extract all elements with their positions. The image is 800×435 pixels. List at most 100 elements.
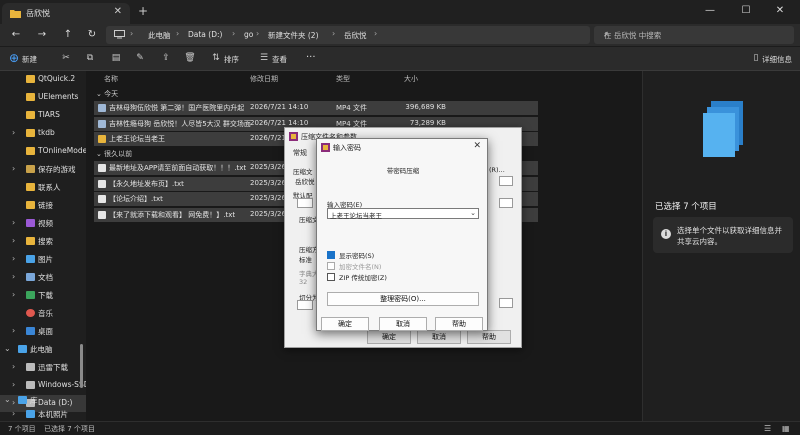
chevron-right-icon[interactable]: › (12, 326, 15, 335)
sidebar-item[interactable]: › 保存的游戏 (0, 161, 86, 178)
chevron-right-icon[interactable]: › (12, 272, 15, 281)
search-folder-icon (26, 237, 35, 245)
breadcrumb-item[interactable]: 岳欣悦 (344, 30, 367, 41)
show-password-checkbox[interactable] (327, 251, 335, 259)
sidebar-item[interactable]: TOnlineMode (0, 143, 86, 160)
chevron-down-icon[interactable]: ⌄ (4, 344, 11, 353)
column-header-size[interactable]: 大小 (404, 74, 418, 84)
back-icon[interactable]: ← (8, 27, 24, 43)
combo-box[interactable] (297, 198, 313, 208)
sidebar-item[interactable]: 联系人 (0, 179, 86, 196)
chevron-right-icon[interactable]: › (12, 164, 15, 173)
column-header-type[interactable]: 类型 (336, 74, 350, 84)
sidebar-item[interactable]: › 视频 (0, 215, 86, 232)
breadcrumb-item[interactable]: 新建文件夹 (2) (268, 30, 319, 41)
sidebar-item[interactable]: › 下载 (0, 287, 86, 304)
password-input[interactable]: 上老王论坛当老王 ⌄ (327, 208, 479, 220)
ok-button[interactable]: 确定 (321, 317, 369, 331)
chevron-right-icon[interactable]: › (12, 362, 15, 371)
zip-legacy-checkbox[interactable] (327, 273, 335, 281)
sidebar-item[interactable]: › 文档 (0, 269, 86, 286)
share-icon[interactable]: ⇪ (160, 52, 172, 64)
chevron-down-icon[interactable]: ⌄ (470, 209, 476, 217)
up-icon[interactable]: ↑ (60, 27, 76, 43)
tab-active[interactable]: 岳欣悦 ✕ (2, 3, 130, 24)
desktop-icon (26, 327, 35, 335)
new-button[interactable]: 新建 (22, 54, 37, 65)
chevron-right-icon[interactable]: › (12, 254, 15, 263)
pc-icon (18, 345, 27, 353)
label: 岳欣悦 (295, 178, 315, 186)
view-icon[interactable]: ☰ (258, 52, 270, 64)
chevron-right-icon[interactable]: › (12, 218, 15, 227)
tab-close-icon[interactable]: ✕ (114, 6, 122, 17)
organize-passwords-button[interactable]: 整理密码(O)... (327, 292, 479, 306)
breadcrumb-item[interactable]: Data (D:) (188, 30, 222, 39)
sidebar-item[interactable]: › 搜索 (0, 233, 86, 250)
sidebar-item-this-pc[interactable]: ⌄ 此电脑 (0, 341, 86, 358)
tile-view-icon[interactable]: ▦ (782, 424, 790, 433)
refresh-icon[interactable]: ↻ (84, 27, 100, 43)
combo-box[interactable] (499, 298, 513, 308)
cancel-button[interactable]: 取消 (417, 330, 461, 344)
combo-box[interactable] (297, 300, 313, 310)
txt-file-icon (98, 180, 106, 188)
delete-icon[interactable]: 🗑 (184, 52, 196, 64)
column-header-name[interactable]: 名称 (104, 74, 118, 84)
folder-icon (26, 111, 35, 119)
details-pane-icon[interactable]: ▯ (750, 52, 762, 64)
help-button[interactable]: 帮助 (435, 317, 483, 331)
sidebar-item[interactable]: › tkdb (0, 125, 86, 142)
maximize-button[interactable]: ☐ (738, 4, 754, 18)
new-icon[interactable]: ⊕ (8, 52, 20, 64)
sidebar-scrollbar[interactable] (80, 344, 83, 388)
view-button[interactable]: 查看 (272, 54, 287, 65)
close-icon[interactable]: ✕ (473, 141, 481, 151)
sidebar-item[interactable]: › 桌面 (0, 323, 86, 340)
sidebar-item[interactable]: 音乐 (0, 305, 86, 322)
library-icon (18, 396, 27, 404)
cancel-button[interactable]: 取消 (379, 317, 427, 331)
copy-icon[interactable]: ⧉ (84, 52, 96, 64)
selection-summary: 已选择 7 个项目 (655, 202, 717, 212)
new-tab-button[interactable]: + (136, 4, 150, 18)
list-view-icon[interactable]: ☰ (764, 424, 771, 433)
sort-icon[interactable]: ⇅ (210, 52, 222, 64)
column-header-date[interactable]: 修改日期 (250, 74, 278, 84)
combo-box[interactable] (499, 198, 513, 208)
chevron-down-icon[interactable]: ⌄ (4, 395, 11, 404)
chevron-right-icon[interactable]: › (12, 128, 15, 137)
encrypt-names-checkbox[interactable] (327, 262, 335, 270)
chevron-right-icon[interactable]: › (12, 290, 15, 299)
group-header[interactable]: ⌄ 很久以前 (96, 149, 132, 159)
sidebar-item[interactable]: TIARS (0, 107, 86, 124)
chevron-right-icon[interactable]: › (12, 236, 15, 245)
combo-box[interactable] (499, 176, 513, 186)
chevron-right-icon[interactable]: › (12, 380, 15, 389)
sidebar-item[interactable]: UElements (0, 89, 86, 106)
sort-button[interactable]: 排序 (224, 54, 239, 65)
breadcrumb-item[interactable]: go (244, 30, 253, 39)
sidebar-item[interactable]: › 图片 (0, 251, 86, 268)
help-button[interactable]: 帮助 (467, 330, 511, 344)
chevron-right-icon[interactable]: › (12, 409, 15, 418)
sidebar-item[interactable]: › 迅雷下载 (0, 359, 86, 376)
address-bar[interactable]: › 此电脑 › Data (D:) › go › 新建文件夹 (2) › 岳欣悦… (106, 26, 590, 44)
details-button[interactable]: 详细信息 (762, 54, 792, 65)
breadcrumb-item[interactable]: 此电脑 (148, 30, 171, 41)
tab-general[interactable]: 常规 (293, 148, 307, 158)
forward-icon[interactable]: → (34, 27, 50, 43)
file-row[interactable]: 吉林母狗伍欣悦 第二弹！国产医院里内升起 2026/7/21 14:10 MP4 文… (94, 101, 538, 115)
more-button[interactable]: ··· (306, 52, 316, 63)
rename-icon[interactable]: ✎ (134, 52, 146, 64)
sidebar-item[interactable]: QtQuick.2 (0, 71, 86, 88)
ok-button[interactable]: 确定 (367, 330, 411, 344)
search-input[interactable]: 在 岳欣悦 中搜索 ⌕ (594, 26, 794, 44)
sidebar-item[interactable]: 链接 (0, 197, 86, 214)
paste-icon[interactable]: ▤ (110, 52, 122, 64)
close-button[interactable]: ✕ (772, 4, 788, 18)
video-file-icon (98, 104, 106, 112)
cut-icon[interactable]: ✂ (60, 52, 72, 64)
minimize-button[interactable]: — (702, 4, 718, 18)
group-header[interactable]: ⌄ 今天 (96, 89, 118, 99)
